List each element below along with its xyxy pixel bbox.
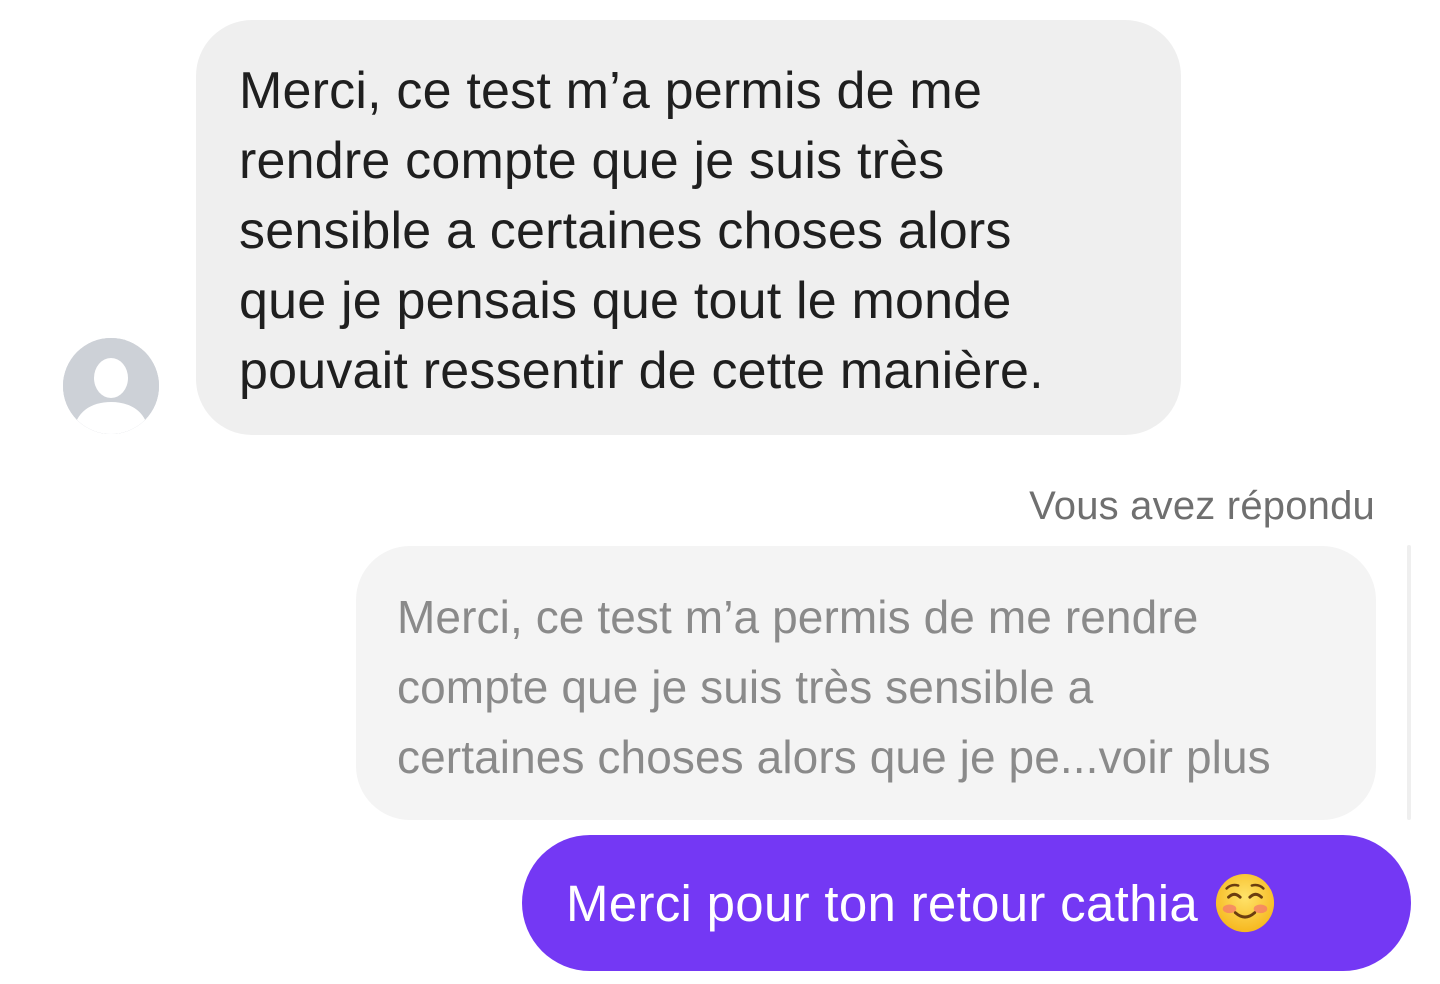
incoming-message-line: rendre compte que je suis très [239,132,945,190]
smiling-face-with-blush-icon [1215,873,1275,933]
incoming-message-line: que je pensais que tout le monde [239,272,1012,330]
reply-context-label: Vous avez répondu [1029,484,1375,528]
reply-indicator-bar [1407,545,1411,820]
quoted-message-bubble[interactable]: Merci, ce test m’a permis de me rendre c… [356,546,1376,820]
outgoing-message-bubble[interactable]: Merci pour ton retour cathia [522,835,1411,971]
incoming-message-line: pouvait ressentir de cette manière. [239,342,1044,400]
outgoing-message-text: Merci pour ton retour cathia [566,874,1199,932]
incoming-message-line: Merci, ce test m’a permis de me [239,62,983,120]
quoted-message-line: Merci, ce test m’a permis de me rendre [397,591,1199,643]
chat-thread: Merci, ce test m’a permis de me rendre c… [0,0,1440,984]
quoted-message-line: certaines choses alors que je pe...voir … [397,731,1271,783]
quoted-message-line: compte que je suis très sensible a [397,661,1094,713]
incoming-message-bubble[interactable]: Merci, ce test m’a permis de me rendre c… [196,20,1181,435]
default-user-avatar-icon [63,338,159,434]
sender-avatar[interactable] [63,338,159,434]
incoming-message-line: sensible a certaines choses alors [239,202,1012,260]
